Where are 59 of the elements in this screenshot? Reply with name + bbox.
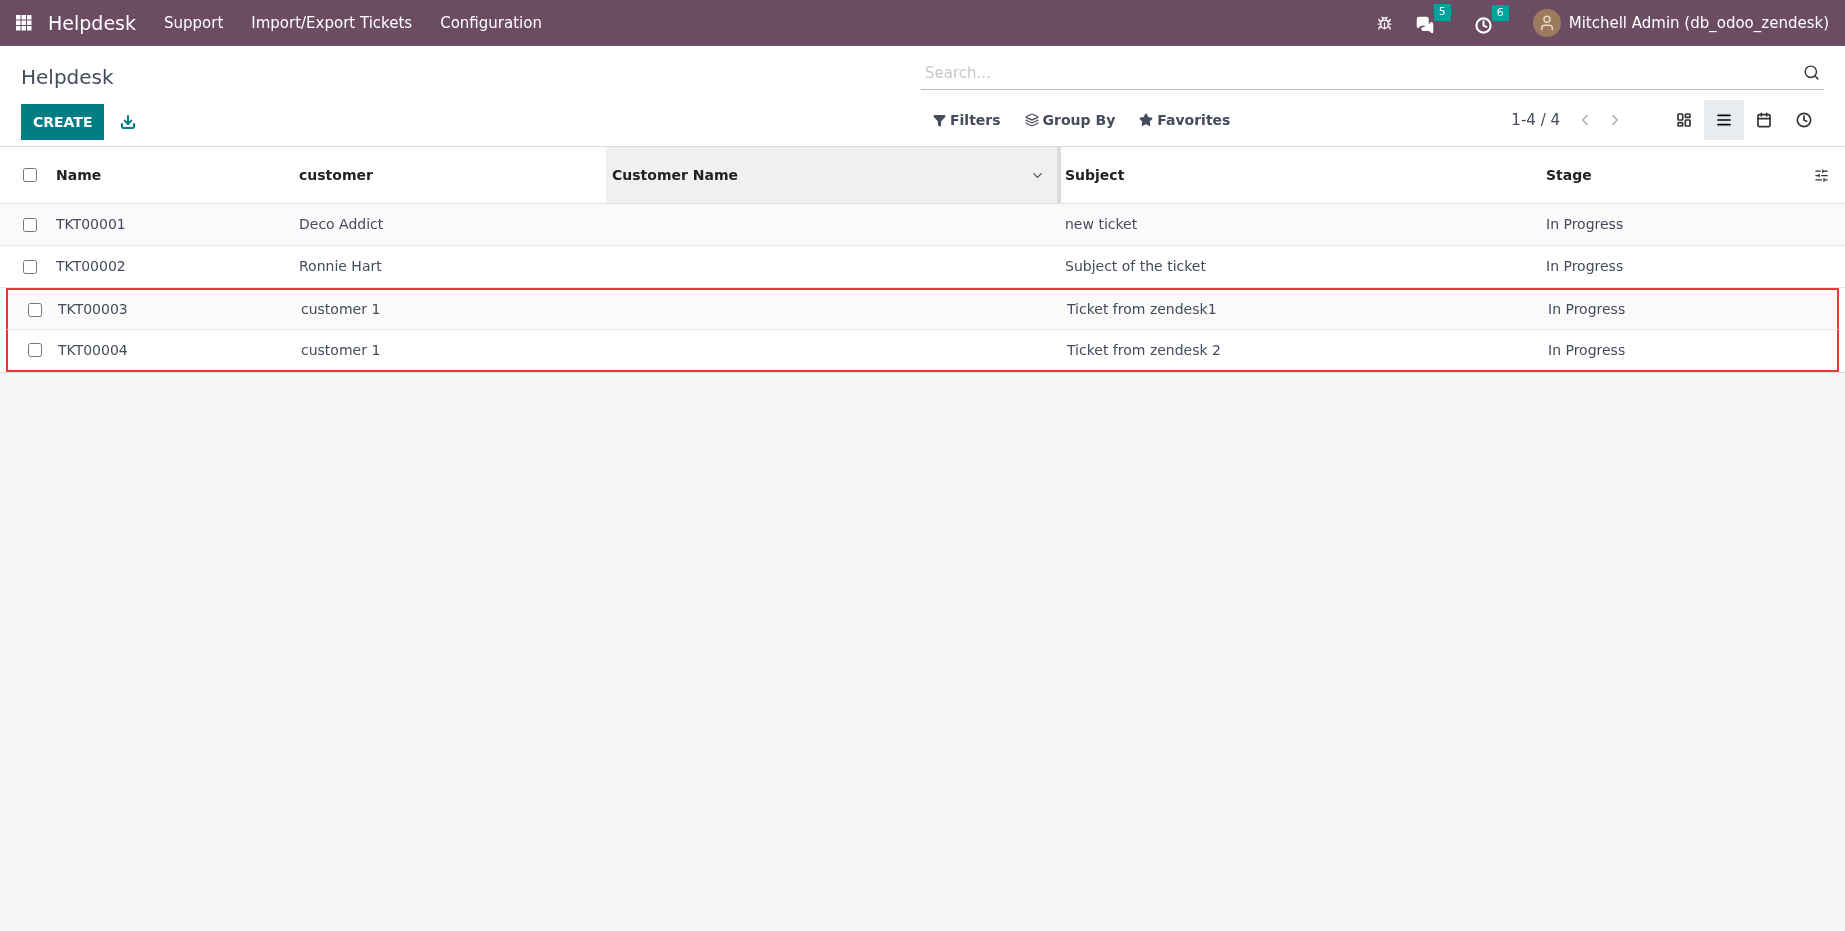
table-cell: customer 1	[301, 301, 381, 317]
table-row[interactable]: TKT00004 customer 1 Ticket from zendesk 2 In Progress	[6, 330, 1839, 372]
column-header[interactable]: Stage	[1546, 147, 1814, 203]
search-option-button[interactable]: Filters	[933, 109, 1001, 131]
table-cell: TKT00001	[56, 216, 126, 232]
table-cell: In Progress	[1546, 216, 1624, 232]
create-button[interactable]: CREATE	[21, 104, 105, 140]
column-header[interactable]: customer	[299, 147, 606, 203]
column-header[interactable]: Subject	[1061, 147, 1546, 203]
message-count-badge: 5	[1433, 4, 1451, 21]
calendar-view-icon	[1756, 112, 1772, 128]
table-cell: Ronnie Hart	[299, 258, 382, 274]
pager-value[interactable]: 1-4 / 4	[1511, 108, 1560, 132]
search-option-button[interactable]: Group By	[1024, 109, 1116, 131]
table-cell: In Progress	[1546, 258, 1624, 274]
table-cell: Subject of the ticket	[1065, 258, 1206, 274]
clock-view-icon	[1796, 112, 1812, 128]
table-cell: TKT00002	[56, 258, 126, 274]
menu-item[interactable]: Import/Export Tickets	[251, 11, 413, 35]
user-name[interactable]: Mitchell Admin (db_odoo_zendesk)	[1568, 11, 1829, 35]
apps-grid-icon[interactable]	[16, 15, 32, 31]
kanban-view-icon	[1676, 112, 1692, 128]
table-cell: In Progress	[1548, 301, 1626, 317]
column-settings-icon[interactable]	[1814, 167, 1829, 183]
star-icon	[1139, 113, 1154, 127]
clock-icon[interactable]	[1474, 16, 1492, 34]
table-cell: customer 1	[301, 341, 381, 358]
table-cell: Ticket from zendesk 2	[1067, 341, 1221, 358]
table-row[interactable]: TKT00003 customer 1 Ticket from zendesk1 In Progress	[6, 288, 1839, 330]
column-header[interactable]: Name	[56, 147, 299, 203]
select-all-checkbox[interactable]	[23, 168, 37, 182]
table-cell: Ticket from zendesk1	[1067, 301, 1217, 317]
search-field[interactable]: Search...	[925, 56, 1803, 89]
table-row[interactable]: TKT00001 Deco Addict new ticket In Progress	[0, 204, 1845, 246]
table-cell: In Progress	[1548, 341, 1626, 358]
table-cell: new ticket	[1065, 216, 1138, 232]
page-title: Helpdesk	[21, 64, 115, 91]
filter-icon	[933, 113, 946, 127]
search-option-button[interactable]: Favorites	[1139, 109, 1231, 131]
row-checkbox[interactable]	[28, 343, 42, 357]
layers-icon	[1024, 113, 1039, 127]
column-header[interactable]: Customer Name	[606, 147, 1061, 203]
bug-icon[interactable]	[1376, 15, 1392, 31]
row-checkbox[interactable]	[23, 217, 37, 232]
list-view-icon	[1716, 112, 1732, 128]
table-cell: TKT00003	[58, 301, 128, 317]
download-icon[interactable]	[120, 114, 137, 130]
row-checkbox[interactable]	[28, 302, 42, 317]
activity-count-badge: 6	[1491, 4, 1509, 21]
row-checkbox[interactable]	[23, 259, 37, 274]
list-view-button[interactable]	[1704, 100, 1744, 140]
app-name[interactable]: Helpdesk	[48, 8, 136, 38]
table-cell: Deco Addict	[299, 216, 384, 232]
menu-item[interactable]: Configuration	[440, 11, 542, 35]
table-cell: TKT00004	[58, 341, 128, 358]
search-icon[interactable]	[1803, 64, 1820, 81]
menu-item[interactable]: Support	[163, 11, 224, 35]
avatar-placeholder[interactable]	[1532, 9, 1561, 37]
chat-icon[interactable]	[1415, 16, 1434, 34]
